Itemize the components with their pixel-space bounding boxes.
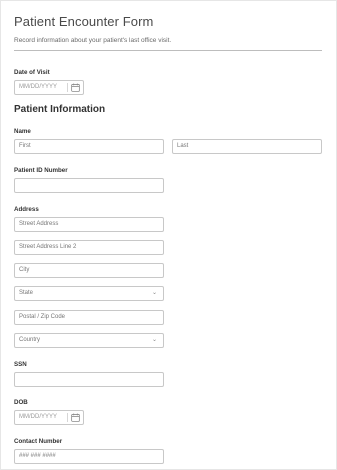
last-name-input[interactable]: Last <box>172 139 322 154</box>
address-label: Address <box>14 206 39 213</box>
country-select-value: Country <box>19 337 41 343</box>
calendar-icon[interactable] <box>71 413 80 422</box>
country-select[interactable]: Country ⌄ <box>14 333 164 348</box>
street-address-2-input[interactable]: Street Address Line 2 <box>14 240 164 255</box>
dob-placeholder: MM/DD/YYYY <box>19 414 58 420</box>
city-input[interactable]: City <box>14 263 164 278</box>
chevron-down-icon: ⌄ <box>151 337 157 343</box>
date-separator <box>67 83 68 92</box>
form-frame <box>0 0 337 470</box>
state-select[interactable]: State ⌄ <box>14 286 164 301</box>
state-select-value: State <box>19 290 34 296</box>
date-of-visit-field[interactable]: MM/DD/YYYY <box>14 80 84 95</box>
dob-label: DOB <box>14 399 28 406</box>
dob-field[interactable]: MM/DD/YYYY <box>14 410 84 425</box>
calendar-icon[interactable] <box>71 83 80 92</box>
ssn-input[interactable] <box>14 372 164 387</box>
contact-number-label: Contact Number <box>14 438 63 445</box>
name-label: Name <box>14 128 31 135</box>
chevron-down-icon: ⌄ <box>151 290 157 296</box>
header-divider <box>14 50 322 51</box>
date-of-visit-label: Date of Visit <box>14 69 50 76</box>
street-address-input[interactable]: Street Address <box>14 217 164 232</box>
section-title: Patient Information <box>14 104 106 115</box>
date-separator <box>67 413 68 422</box>
patient-id-input[interactable] <box>14 178 164 193</box>
ssn-label: SSN <box>14 361 27 368</box>
postal-code-input[interactable]: Postal / Zip Code <box>14 310 164 325</box>
patient-id-label: Patient ID Number <box>14 167 68 174</box>
form-subtitle: Record information about your patient's … <box>14 37 172 44</box>
first-name-input[interactable]: First <box>14 139 164 154</box>
form-title: Patient Encounter Form <box>14 14 154 29</box>
contact-number-input[interactable]: ### ### #### <box>14 449 164 464</box>
date-of-visit-placeholder: MM/DD/YYYY <box>19 84 58 90</box>
